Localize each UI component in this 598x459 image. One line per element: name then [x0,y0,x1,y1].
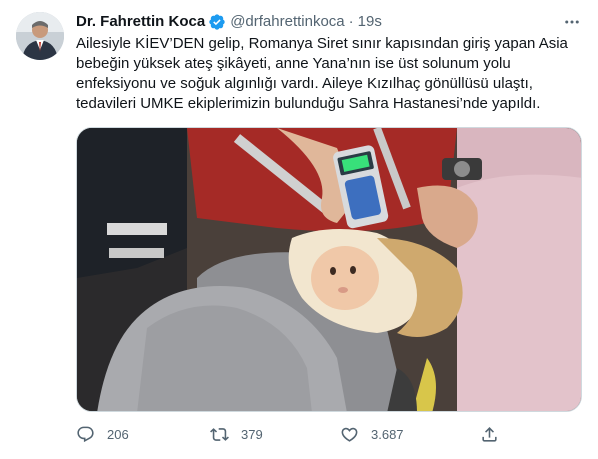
author-handle[interactable]: @drfahrettinkoca [230,12,344,32]
more-dots-icon[interactable] [562,12,582,32]
retweet-button[interactable]: 379 [210,424,263,444]
retweet-icon [210,425,229,444]
heart-icon [340,425,359,444]
author-name[interactable]: Dr. Fahrettin Koca [76,12,205,32]
separator-dot: · [348,13,354,30]
video-frame [77,128,581,411]
tweet-text-line: enfeksiyonu ve soğuk algınlığı vardı. Ai… [76,75,533,92]
tweet-actions: 206 379 3.687 [76,424,506,444]
like-count: 3.687 [371,426,404,442]
reply-icon [76,425,95,444]
reply-button[interactable]: 206 [76,424,129,444]
tweet[interactable]: Dr. Fahrettin Koca @drfahrettinkoca · 19… [0,0,598,459]
like-button[interactable]: 3.687 [340,424,404,444]
retweet-count: 379 [241,426,263,442]
reply-count: 206 [107,426,129,442]
verified-badge-icon [208,13,226,31]
tweet-text-line: bebeğin yüksek ateş şikâyeti, anne Yana’… [76,55,511,72]
share-button[interactable] [480,424,499,444]
tweet-media-video[interactable] [76,127,582,412]
tweet-text-line: Ailesiyle KİEV’DEN gelip, Romanya Siret … [76,35,568,52]
tweet-text-line: tedavileri UMKE ekiplerimizin bulunduğu … [76,95,541,112]
tweet-text: Ailesiyle KİEV’DEN gelip, Romanya Siret … [76,34,576,114]
tweet-header: Dr. Fahrettin Koca @drfahrettinkoca · 19… [76,12,582,32]
share-icon [480,425,499,444]
tweet-timestamp[interactable]: 19s [358,12,382,32]
avatar[interactable] [16,12,64,60]
